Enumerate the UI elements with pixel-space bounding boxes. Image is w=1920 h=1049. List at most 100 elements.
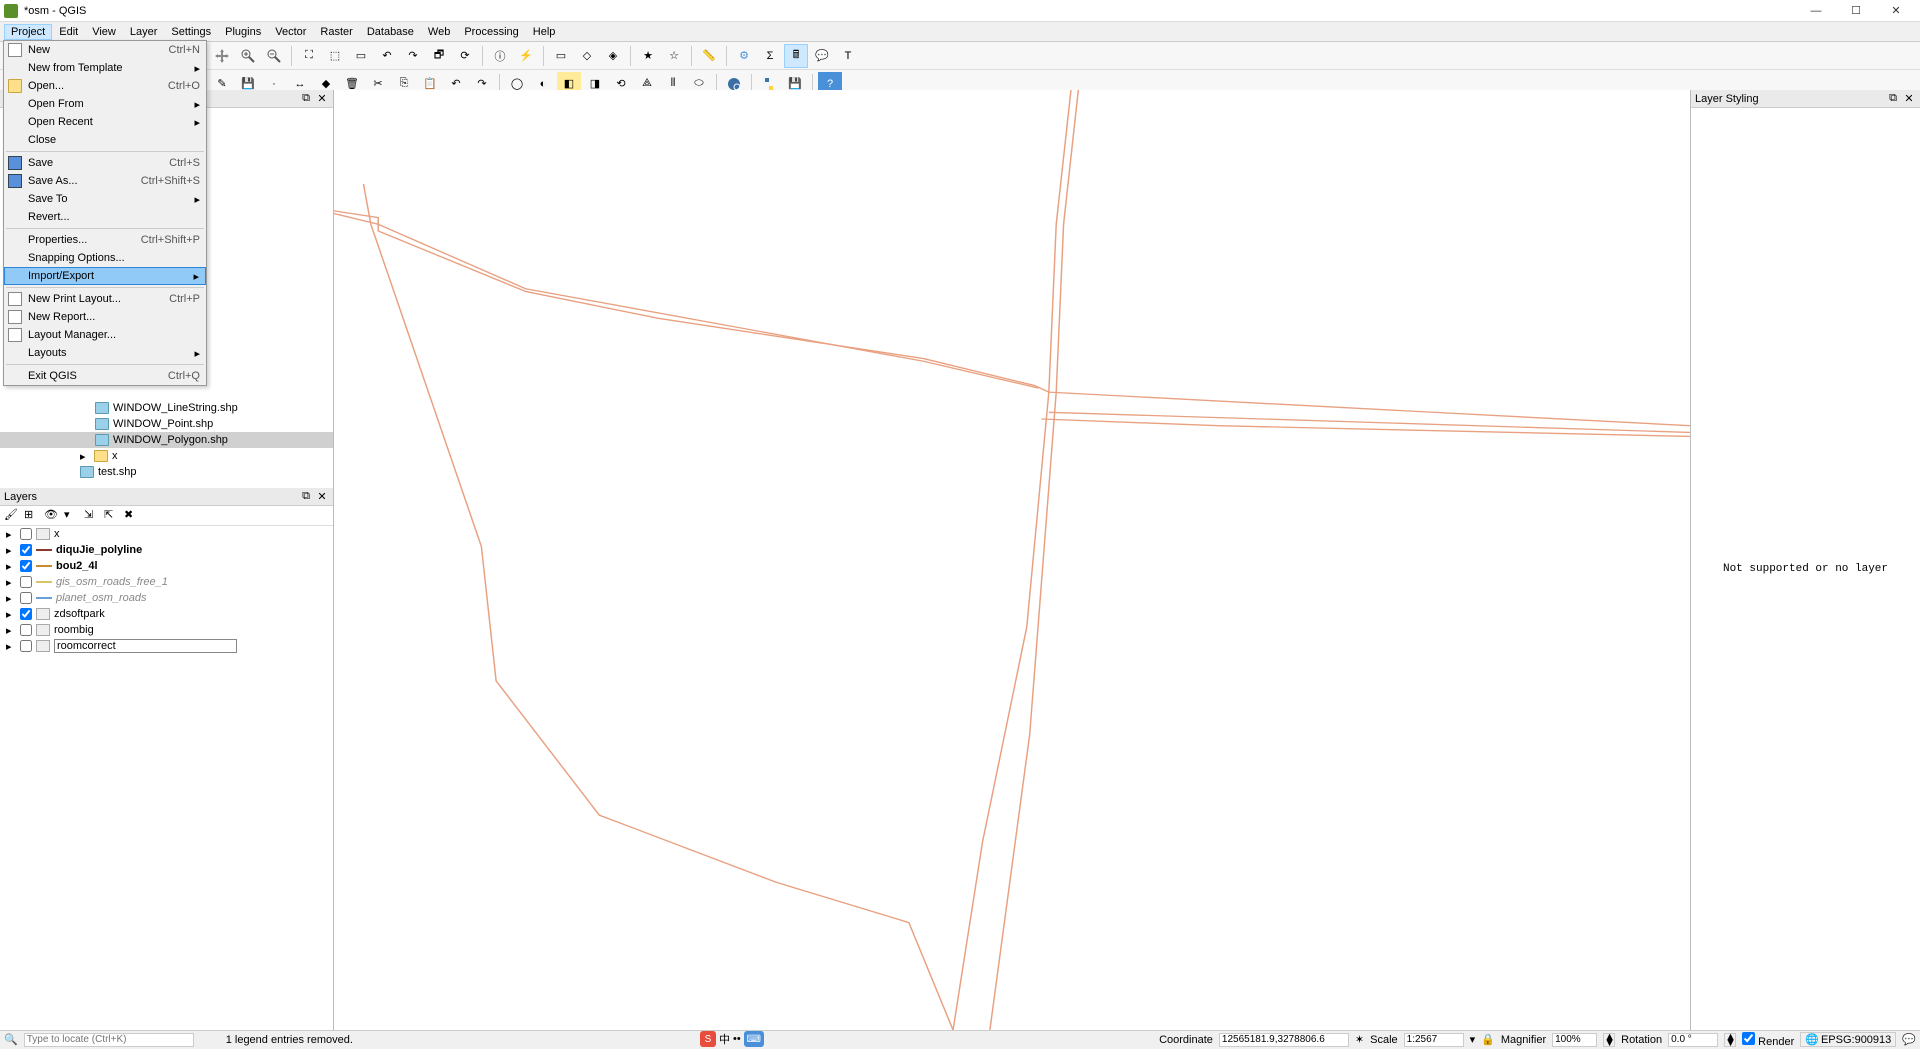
ime-indicator[interactable]: S 中 •• ⌨	[700, 1030, 764, 1048]
menu-web[interactable]: Web	[421, 24, 457, 40]
menu-snapping-options[interactable]: Snapping Options...	[4, 249, 206, 267]
zoom-selection-icon[interactable]: ⬚	[323, 44, 347, 68]
menu-close[interactable]: Close	[4, 131, 206, 149]
rotation-input[interactable]	[1668, 1033, 1718, 1047]
menu-open-from[interactable]: Open From▸	[4, 95, 206, 113]
magnifier-spinner[interactable]: ▲▼	[1603, 1033, 1615, 1047]
menu-exit[interactable]: Exit QGISCtrl+Q	[4, 367, 206, 385]
scale-input[interactable]	[1404, 1033, 1464, 1047]
measure-icon[interactable]: 📏	[697, 44, 721, 68]
show-bookmarks-icon[interactable]: ☆	[662, 44, 686, 68]
layer-row[interactable]: ▸roombig	[0, 622, 333, 638]
new-map-view-icon[interactable]: 🗗	[427, 44, 451, 68]
layer-visibility-checkbox[interactable]	[20, 624, 32, 636]
messages-icon[interactable]: 💬	[1902, 1033, 1916, 1046]
expander-icon[interactable]: ▸	[6, 560, 16, 573]
panel-close-button[interactable]: ✕	[315, 92, 329, 106]
expander-icon[interactable]: ▸	[80, 450, 90, 463]
menu-new-print-layout[interactable]: New Print Layout...Ctrl+P	[4, 290, 206, 308]
maptips-icon[interactable]: 💬	[810, 44, 834, 68]
menu-save[interactable]: SaveCtrl+S	[4, 154, 206, 172]
minimize-button[interactable]: —	[1796, 1, 1836, 21]
remove-layer-icon[interactable]: ✖	[124, 508, 140, 524]
close-button[interactable]: ✕	[1876, 1, 1916, 21]
menu-save-to[interactable]: Save To▸	[4, 190, 206, 208]
layer-row[interactable]: ▸gis_osm_roads_free_1	[0, 574, 333, 590]
expand-all-icon[interactable]: ⇲	[84, 508, 100, 524]
scale-dropdown-icon[interactable]: ▾	[1470, 1033, 1476, 1046]
browser-item[interactable]: test.shp	[0, 464, 333, 480]
statistics-icon[interactable]: Σ	[758, 44, 782, 68]
menu-revert[interactable]: Revert...	[4, 208, 206, 226]
text-annotation-icon[interactable]: T	[836, 44, 860, 68]
layer-row[interactable]: ▸x	[0, 526, 333, 542]
magnifier-input[interactable]	[1552, 1033, 1597, 1047]
menu-layout-manager[interactable]: Layout Manager...	[4, 326, 206, 344]
expander-icon[interactable]: ▸	[6, 592, 16, 605]
layer-row[interactable]: ▸zdsoftpark	[0, 606, 333, 622]
menu-properties[interactable]: Properties...Ctrl+Shift+P	[4, 231, 206, 249]
layer-visibility-checkbox[interactable]	[20, 608, 32, 620]
panel-undock-button[interactable]: ⧉	[1886, 92, 1900, 106]
layer-row[interactable]: ▸bou2_4l	[0, 558, 333, 574]
menu-save-as[interactable]: Save As...Ctrl+Shift+S	[4, 172, 206, 190]
browser-item[interactable]: WINDOW_Point.shp	[0, 416, 333, 432]
panel-close-button[interactable]: ✕	[315, 490, 329, 504]
lock-icon[interactable]: 🔒	[1481, 1033, 1495, 1046]
menu-vector[interactable]: Vector	[268, 24, 313, 40]
browser-item[interactable]: WINDOW_Polygon.shp	[0, 432, 333, 448]
expander-icon[interactable]: ▸	[6, 608, 16, 621]
identify-icon[interactable]: ⓘ	[488, 44, 512, 68]
menu-open-recent[interactable]: Open Recent▸	[4, 113, 206, 131]
expander-icon[interactable]: ▸	[6, 576, 16, 589]
calculator-icon[interactable]: 🖩	[784, 44, 808, 68]
menu-edit[interactable]: Edit	[52, 24, 85, 40]
render-toggle[interactable]: Render	[1742, 1032, 1794, 1048]
menu-processing[interactable]: Processing	[457, 24, 525, 40]
expander-icon[interactable]: ▸	[6, 624, 16, 637]
menu-layer[interactable]: Layer	[123, 24, 165, 40]
expander-icon[interactable]: ▸	[6, 528, 16, 541]
pan-icon[interactable]	[210, 44, 234, 68]
menu-new-report[interactable]: New Report...	[4, 308, 206, 326]
locator-input[interactable]	[24, 1033, 194, 1047]
collapse-all-icon[interactable]: ⇱	[104, 508, 120, 524]
select-icon[interactable]: ▭	[549, 44, 573, 68]
menu-new-from-template[interactable]: New from Template▸	[4, 59, 206, 77]
locator-bar[interactable]	[24, 1033, 214, 1047]
layer-visibility-checkbox[interactable]	[20, 576, 32, 588]
menu-view[interactable]: View	[85, 24, 123, 40]
select-all-icon[interactable]: ◇	[575, 44, 599, 68]
zoom-out-icon[interactable]	[262, 44, 286, 68]
browser-item[interactable]: ▸x	[0, 448, 333, 464]
zoom-last-icon[interactable]: ↶	[375, 44, 399, 68]
add-group-icon[interactable]: ⊞	[24, 508, 40, 524]
panel-undock-button[interactable]: ⧉	[299, 92, 313, 106]
toolbox-icon[interactable]: ⚙	[732, 44, 756, 68]
filter-legend-icon[interactable]: ▾	[64, 508, 80, 524]
map-canvas[interactable]	[334, 90, 1690, 1030]
layer-visibility-checkbox[interactable]	[20, 528, 32, 540]
refresh-icon[interactable]: ⟳	[453, 44, 477, 68]
layer-row[interactable]: ▸diquJie_polyline	[0, 542, 333, 558]
layer-row[interactable]: ▸roomcorrect	[0, 638, 333, 654]
menu-new[interactable]: NewCtrl+N	[4, 41, 206, 59]
panel-undock-button[interactable]: ⧉	[299, 490, 313, 504]
maximize-button[interactable]: ☐	[1836, 1, 1876, 21]
expander-icon[interactable]: ▸	[6, 544, 16, 557]
crs-button[interactable]: 🌐EPSG:900913	[1800, 1032, 1896, 1047]
zoom-in-icon[interactable]	[236, 44, 260, 68]
layers-panel[interactable]: ▸x▸diquJie_polyline▸bou2_4l▸gis_osm_road…	[0, 526, 333, 1030]
panel-close-button[interactable]: ✕	[1902, 92, 1916, 106]
style-icon[interactable]: 🖌	[4, 508, 20, 524]
menu-open[interactable]: Open...Ctrl+O	[4, 77, 206, 95]
menu-plugins[interactable]: Plugins	[218, 24, 268, 40]
layer-visibility-checkbox[interactable]	[20, 640, 32, 652]
menu-layouts[interactable]: Layouts▸	[4, 344, 206, 362]
menu-help[interactable]: Help	[526, 24, 563, 40]
zoom-layer-icon[interactable]: ▭	[349, 44, 373, 68]
layer-visibility-checkbox[interactable]	[20, 560, 32, 572]
coordinate-input[interactable]	[1219, 1033, 1349, 1047]
menu-settings[interactable]: Settings	[164, 24, 218, 40]
browser-item[interactable]: WINDOW_LineString.shp	[0, 400, 333, 416]
